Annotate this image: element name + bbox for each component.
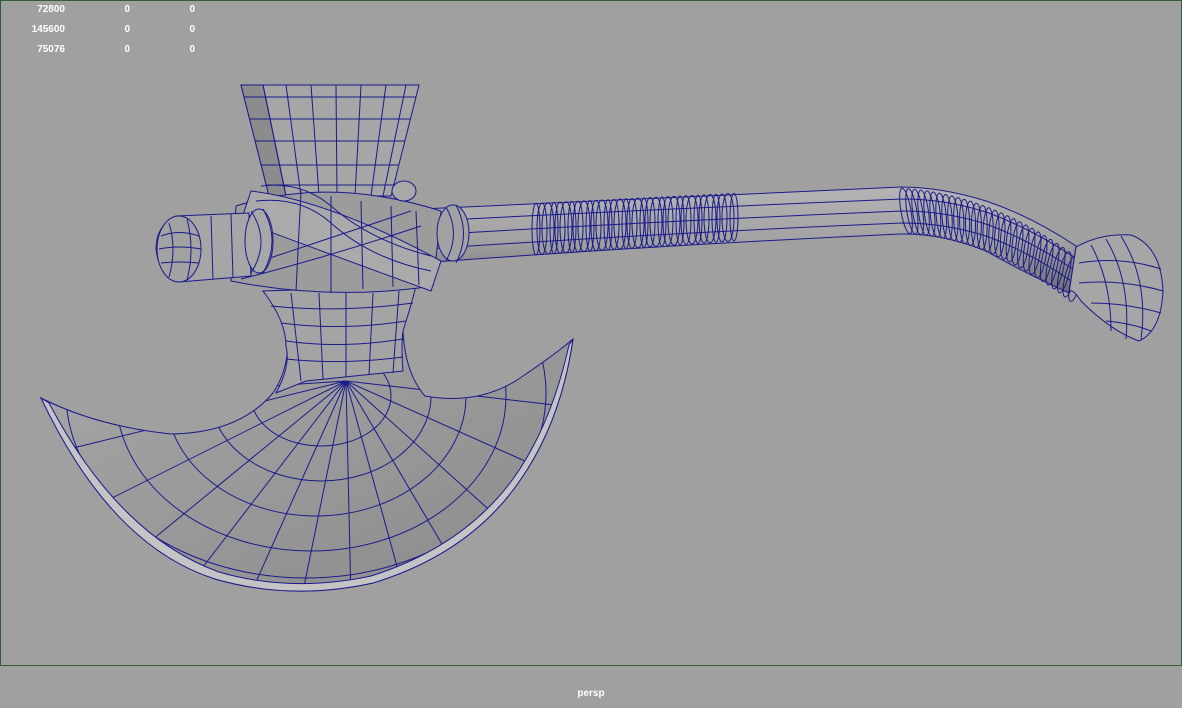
- hud-row-3: 75076 0 0: [1, 44, 221, 64]
- axe-handle: [420, 186, 1084, 302]
- hud-value: 0: [189, 44, 195, 55]
- hud-value: 0: [124, 4, 130, 15]
- perspective-viewport[interactable]: 72800 0 0 145600 0 0 75076 0 0: [0, 0, 1182, 666]
- hud-value: 0: [189, 24, 195, 35]
- heads-up-display-stats: 72800 0 0 145600 0 0 75076 0 0: [1, 4, 221, 64]
- hud-value: 0: [124, 44, 130, 55]
- axe-top-spike: [240, 84, 420, 197]
- hud-value: 0: [124, 24, 130, 35]
- hud-row-2: 145600 0 0: [1, 24, 221, 44]
- hud-value: 72800: [37, 4, 65, 15]
- hud-value: 75076: [37, 44, 65, 55]
- axe-wireframe-model[interactable]: [1, 1, 1181, 665]
- hud-value: 0: [189, 4, 195, 15]
- axe-back-knob: [155, 208, 274, 283]
- camera-name-label: persp: [577, 688, 605, 699]
- hud-value: 145600: [31, 24, 65, 35]
- hud-row-1: 72800 0 0: [1, 4, 221, 24]
- handle-end-cap: [1068, 234, 1164, 342]
